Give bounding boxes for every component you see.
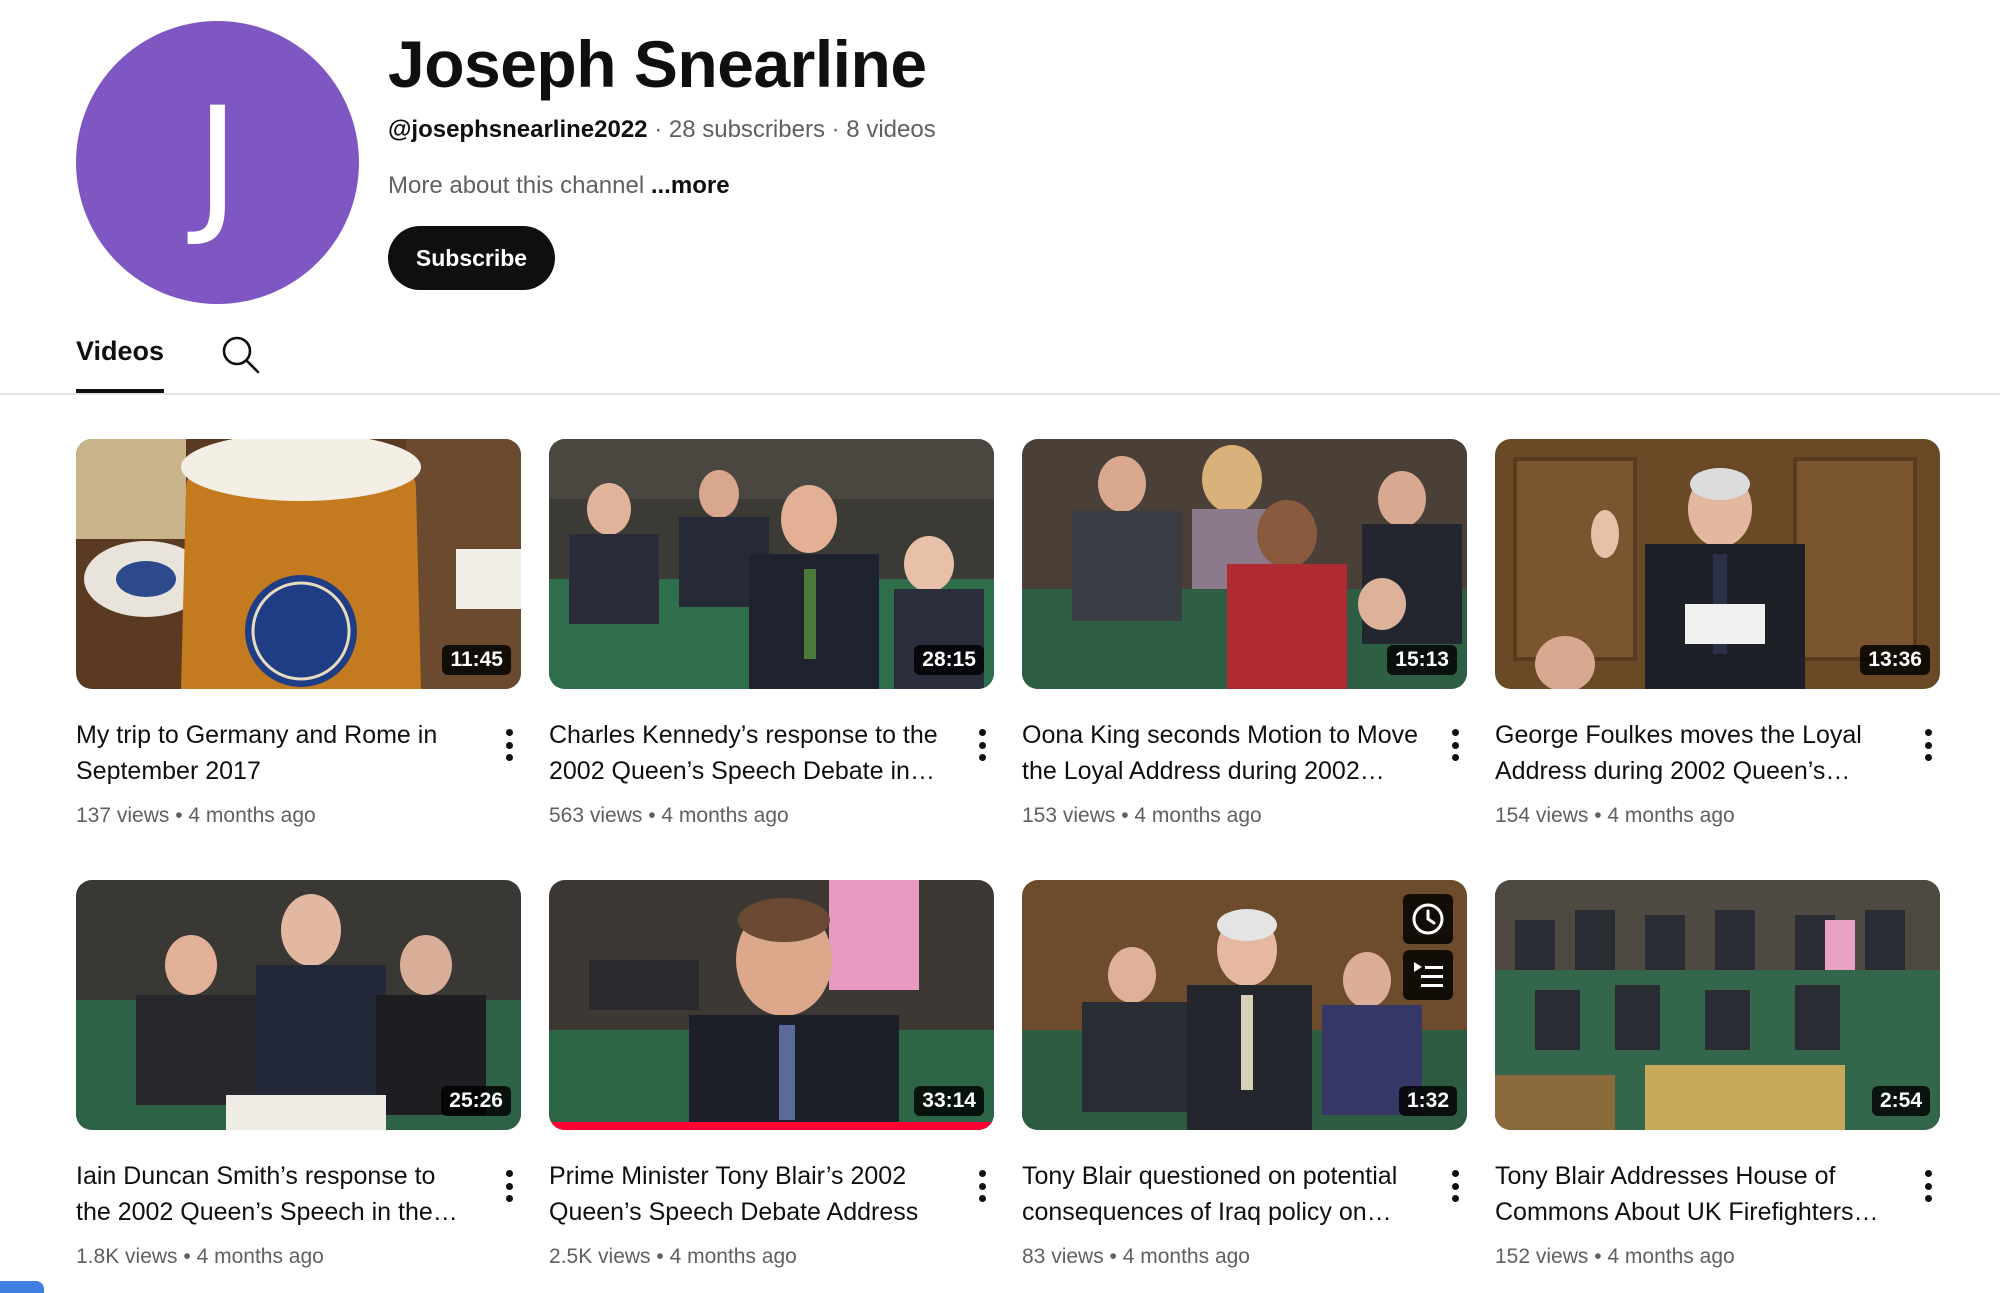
video-stats: 563 views • 4 months ago bbox=[549, 804, 789, 827]
video-card[interactable]: 13:36 George Foulkes moves the Loyal Add… bbox=[1495, 439, 1940, 827]
video-stats: 2.5K views • 4 months ago bbox=[549, 1245, 797, 1268]
channel-name: Joseph Snearline bbox=[388, 27, 927, 101]
video-duration: 1:32 bbox=[1398, 1086, 1457, 1116]
upload-age: 4 months ago bbox=[1122, 1245, 1250, 1268]
corner-indicator bbox=[0, 1281, 44, 1293]
video-thumbnail[interactable]: 11:45 bbox=[76, 439, 521, 689]
video-card[interactable]: 11:45 My trip to Germany and Rome in Sep… bbox=[76, 439, 521, 827]
more-options-icon[interactable] bbox=[1918, 725, 1938, 765]
upload-age: 4 months ago bbox=[1607, 1245, 1735, 1268]
video-thumbnail[interactable]: 1:32 bbox=[1022, 880, 1467, 1130]
upload-age: 4 months ago bbox=[1134, 804, 1262, 827]
more-options-icon[interactable] bbox=[972, 1166, 992, 1206]
view-count: 563 views bbox=[549, 804, 643, 827]
video-card[interactable]: 1:32 Tony Blair questioned on potential … bbox=[1022, 880, 1467, 1268]
watch-progress-bar bbox=[549, 1122, 994, 1130]
channel-meta: @josephsnearline2022 · 28 subscribers · … bbox=[388, 116, 936, 144]
view-count: 1.8K views bbox=[76, 1245, 178, 1268]
video-stats: 1.8K views • 4 months ago bbox=[76, 1245, 324, 1268]
video-card[interactable]: 15:13 Oona King seconds Motion to Move t… bbox=[1022, 439, 1467, 827]
meta-separator: · bbox=[831, 116, 840, 143]
channel-avatar: J bbox=[76, 21, 359, 304]
video-duration: 15:13 bbox=[1387, 645, 1457, 675]
more-options-icon[interactable] bbox=[499, 725, 519, 765]
video-title[interactable]: Charles Kennedy’s response to the 2002 Q… bbox=[549, 717, 949, 789]
more-options-icon[interactable] bbox=[972, 725, 992, 765]
channel-about[interactable]: More about this channel ...more bbox=[388, 172, 730, 200]
view-count: 154 views bbox=[1495, 804, 1589, 827]
tab-videos[interactable]: Videos bbox=[76, 336, 164, 367]
subscribe-button[interactable]: Subscribe bbox=[388, 226, 555, 290]
more-options-icon[interactable] bbox=[1445, 725, 1465, 765]
video-card[interactable]: 2:54 Tony Blair Addresses House of Commo… bbox=[1495, 880, 1940, 1268]
subscriber-count: 28 subscribers bbox=[668, 116, 825, 143]
add-to-queue-icon[interactable] bbox=[1403, 950, 1453, 1000]
video-title[interactable]: Tony Blair Addresses House of Commons Ab… bbox=[1495, 1158, 1895, 1230]
view-count: 137 views bbox=[76, 804, 170, 827]
channel-handle[interactable]: @josephsnearline2022 bbox=[388, 116, 648, 143]
video-thumbnail[interactable]: 13:36 bbox=[1495, 439, 1940, 689]
meta-separator: · bbox=[654, 116, 663, 143]
more-link[interactable]: ...more bbox=[651, 172, 730, 199]
tabs-divider bbox=[0, 393, 2000, 395]
more-options-icon[interactable] bbox=[1918, 1166, 1938, 1206]
upload-age: 4 months ago bbox=[661, 804, 789, 827]
video-thumbnail[interactable]: 2:54 bbox=[1495, 880, 1940, 1130]
video-duration: 25:26 bbox=[441, 1086, 511, 1116]
video-duration: 33:14 bbox=[914, 1086, 984, 1116]
more-options-icon[interactable] bbox=[499, 1166, 519, 1206]
video-duration: 28:15 bbox=[914, 645, 984, 675]
video-card[interactable]: 28:15 Charles Kennedy’s response to the … bbox=[549, 439, 994, 827]
video-thumbnail[interactable]: 25:26 bbox=[76, 880, 521, 1130]
video-stats: 152 views • 4 months ago bbox=[1495, 1245, 1735, 1268]
video-duration: 11:45 bbox=[442, 645, 511, 675]
video-thumbnail[interactable]: 15:13 bbox=[1022, 439, 1467, 689]
video-duration: 13:36 bbox=[1860, 645, 1930, 675]
video-title[interactable]: Oona King seconds Motion to Move the Loy… bbox=[1022, 717, 1422, 789]
video-stats: 153 views • 4 months ago bbox=[1022, 804, 1262, 827]
more-options-icon[interactable] bbox=[1445, 1166, 1465, 1206]
clock-icon[interactable] bbox=[1403, 894, 1453, 944]
video-title[interactable]: Tony Blair questioned on potential conse… bbox=[1022, 1158, 1422, 1230]
video-stats: 154 views • 4 months ago bbox=[1495, 804, 1735, 827]
upload-age: 4 months ago bbox=[1607, 804, 1735, 827]
video-title[interactable]: Prime Minister Tony Blair’s 2002 Queen’s… bbox=[549, 1158, 949, 1230]
upload-age: 4 months ago bbox=[669, 1245, 797, 1268]
video-count: 8 videos bbox=[846, 116, 936, 143]
avatar-letter: J bbox=[195, 75, 240, 250]
about-text: More about this channel bbox=[388, 172, 645, 199]
video-title[interactable]: My trip to Germany and Rome in September… bbox=[76, 717, 476, 789]
view-count: 152 views bbox=[1495, 1245, 1589, 1268]
video-thumbnail[interactable]: 28:15 bbox=[549, 439, 994, 689]
upload-age: 4 months ago bbox=[196, 1245, 324, 1268]
search-icon[interactable] bbox=[220, 334, 262, 376]
video-duration: 2:54 bbox=[1871, 1086, 1930, 1116]
upload-age: 4 months ago bbox=[188, 804, 316, 827]
video-card[interactable]: 33:14 Prime Minister Tony Blair’s 2002 Q… bbox=[549, 880, 994, 1268]
video-title[interactable]: George Foulkes moves the Loyal Address d… bbox=[1495, 717, 1895, 789]
view-count: 2.5K views bbox=[549, 1245, 651, 1268]
video-stats: 137 views • 4 months ago bbox=[76, 804, 316, 827]
video-title[interactable]: Iain Duncan Smith’s response to the 2002… bbox=[76, 1158, 476, 1230]
view-count: 153 views bbox=[1022, 804, 1116, 827]
video-stats: 83 views • 4 months ago bbox=[1022, 1245, 1250, 1268]
video-thumbnail[interactable]: 33:14 bbox=[549, 880, 994, 1130]
video-card[interactable]: 25:26 Iain Duncan Smith’s response to th… bbox=[76, 880, 521, 1268]
view-count: 83 views bbox=[1022, 1245, 1104, 1268]
